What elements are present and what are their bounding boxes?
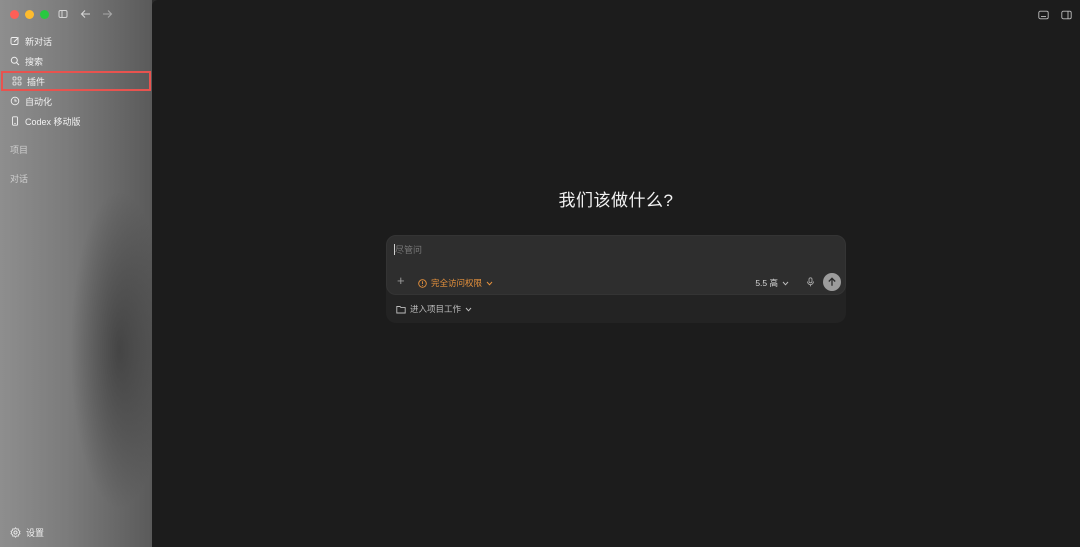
sidebar-nav: 新对话 搜索 插件 自动化 Codex 移动版 — [0, 31, 152, 131]
project-work-label: 进入项目工作 — [410, 304, 462, 314]
terminal-panel-icon[interactable] — [1038, 9, 1049, 20]
project-work-dropdown[interactable]: 进入项目工作 — [396, 303, 472, 315]
settings-button[interactable]: 设置 — [10, 526, 44, 539]
edit-icon — [10, 36, 20, 46]
toggle-sidebar-icon[interactable] — [57, 8, 69, 20]
send-button[interactable] — [823, 273, 841, 291]
section-label-chats: 对话 — [10, 174, 29, 184]
composer: + 完全访问权限 5.5 高 — [386, 235, 846, 323]
sidebar: 新对话 搜索 插件 自动化 Codex 移动版 项目 对话 设置 — [0, 0, 152, 547]
gear-icon — [10, 527, 21, 538]
minimize-window-button[interactable] — [25, 10, 34, 19]
microphone-icon — [807, 277, 814, 287]
section-label-projects: 项目 — [10, 145, 29, 155]
sidebar-item-label: 搜索 — [25, 56, 44, 67]
sidebar-toolbar — [57, 8, 113, 20]
sidebar-item-label: 插件 — [27, 76, 46, 87]
page-title: 我们该做什么? — [558, 191, 674, 210]
sidebar-item-new-chat[interactable]: 新对话 — [0, 31, 152, 51]
add-attachment-button[interactable]: + — [397, 274, 405, 287]
phone-icon — [10, 116, 20, 126]
sidebar-item-label: Codex 移动版 — [25, 116, 81, 127]
model-label: 5.5 高 — [755, 278, 778, 288]
back-arrow-icon[interactable] — [79, 8, 91, 20]
zoom-window-button[interactable] — [40, 10, 49, 19]
access-permission-dropdown[interactable]: 完全访问权限 — [418, 277, 493, 289]
arrow-up-icon — [828, 277, 836, 286]
warning-circle-icon — [418, 278, 427, 288]
sidebar-item-label: 自动化 — [25, 96, 53, 107]
composer-box: + 完全访问权限 5.5 高 — [386, 235, 846, 295]
model-selector[interactable]: 5.5 高 — [755, 277, 789, 289]
chevron-down-icon — [782, 281, 789, 286]
text-cursor — [394, 244, 395, 255]
folder-icon — [396, 305, 406, 314]
grid-icon — [12, 76, 22, 86]
app-window: 新对话 搜索 插件 自动化 Codex 移动版 项目 对话 设置 我们该做什么?… — [0, 0, 1080, 547]
forward-arrow-icon[interactable] — [101, 8, 113, 20]
window-controls — [10, 10, 49, 19]
search-icon — [10, 56, 20, 66]
chevron-down-icon — [486, 281, 493, 286]
sidebar-item-codex-mobile[interactable]: Codex 移动版 — [0, 111, 152, 131]
settings-label: 设置 — [26, 528, 45, 538]
close-window-button[interactable] — [10, 10, 19, 19]
sidebar-item-search[interactable]: 搜索 — [0, 51, 152, 71]
side-panel-icon[interactable] — [1061, 9, 1072, 20]
sidebar-item-automation[interactable]: 自动化 — [0, 91, 152, 111]
prompt-input[interactable] — [395, 243, 835, 257]
access-permission-label: 完全访问权限 — [431, 278, 483, 288]
main-panel: 我们该做什么? + 完全访问权限 5.5 高 — [152, 0, 1080, 547]
microphone-button[interactable] — [806, 277, 815, 287]
top-right-toolbar — [1038, 9, 1072, 20]
sidebar-item-plugins[interactable]: 插件 — [1, 71, 151, 91]
clock-icon — [10, 96, 20, 106]
sidebar-item-label: 新对话 — [25, 36, 53, 47]
chevron-down-icon — [465, 307, 472, 312]
